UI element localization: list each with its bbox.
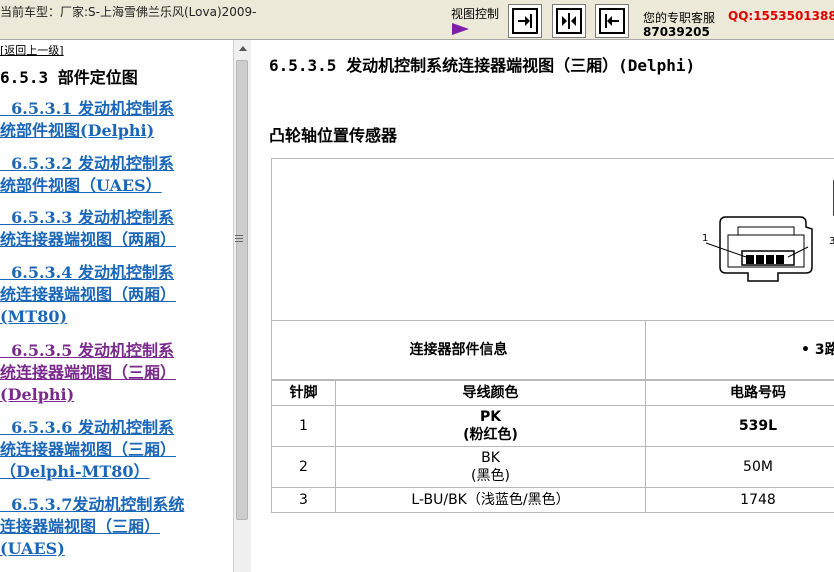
connector-end-view-icon <box>705 216 813 282</box>
sidebar-item-6-5-3-5[interactable]: 6.5.3.5 发动机控制系 统连接器端视图（三厢） (Delphi) <box>0 340 232 406</box>
panel-right-icon <box>512 8 538 34</box>
service-label: 您的专职客服 <box>643 11 716 25</box>
phone-number: 87039205 <box>643 25 710 39</box>
component-title: 凸轮轴位置传感器 <box>269 126 398 145</box>
connector-info-value: • 3路 <box>645 320 834 380</box>
pin-3-label: 3 <box>829 236 834 247</box>
top-bar: 当前车型：厂家:S-上海雪佛兰乐风(Lova)2009- 视图控制 您的专职客服… <box>0 0 834 40</box>
table-row-pin: 3 <box>271 487 336 513</box>
table-row-circuit: 50M <box>645 446 834 488</box>
view-control-label: 视图控制 <box>451 7 500 21</box>
sidebar-section-title: 6.5.3 部件定位图 <box>0 68 138 87</box>
circuit-header: 电路号码 <box>645 380 834 406</box>
sidebar: [返回上一级] 6.5.3 部件定位图 6.5.3.1 发动机控制系 统部件视图… <box>0 40 233 572</box>
sidebar-item-6-5-3-2[interactable]: 6.5.3.2 发动机控制系 统部件视图（UAES） <box>0 153 232 197</box>
table-row-pin: 1 <box>271 405 336 447</box>
page-title: 6.5.3.5 发动机控制系统连接器端视图（三厢）(Delphi) <box>269 56 696 75</box>
view-control-arrow-icon <box>452 23 469 35</box>
sidebar-item-6-5-3-1[interactable]: 6.5.3.1 发动机控制系 统部件视图(Delphi) <box>0 98 232 142</box>
table-row-wire-color: L-BU/BK（浅蓝色/黑色） <box>335 487 646 513</box>
table-row-pin: 2 <box>271 446 336 488</box>
table-row-wire-color: BK (黑色) <box>335 446 646 488</box>
split-view-icon <box>556 8 582 34</box>
sidebar-scrollbar[interactable] <box>233 40 251 572</box>
table-row-circuit: 1748 <box>645 487 834 513</box>
connector-diagram <box>705 180 834 282</box>
table-row-wire-color: PK (粉红色) <box>335 405 646 447</box>
connector-diagram-panel: 1 3 <box>271 158 834 321</box>
scroll-thumb[interactable] <box>236 60 248 520</box>
splitter-grip-icon[interactable] <box>235 235 243 244</box>
connector-info-label: 连接器部件信息 <box>271 320 646 380</box>
wire-color-header: 导线颜色 <box>335 380 646 406</box>
scroll-up-arrow-icon[interactable] <box>234 40 251 57</box>
pin-1-label: 1 <box>702 233 709 244</box>
sidebar-item-6-5-3-6[interactable]: 6.5.3.6 发动机控制系 统连接器端视图（三厢） （Delphi-MT80） <box>0 417 232 483</box>
sidebar-item-6-5-3-3[interactable]: 6.5.3.3 发动机控制系 统连接器端视图（两厢） <box>0 207 232 251</box>
panel-left-icon <box>599 8 625 34</box>
split-view-button[interactable] <box>552 4 586 38</box>
collapse-right-panel-button[interactable] <box>595 4 629 38</box>
table-row-circuit: 539L <box>645 405 834 447</box>
current-car-model: 当前车型：厂家:S-上海雪佛兰乐风(Lova)2009- <box>0 5 257 19</box>
qq-number: QQ:1553501388 <box>728 9 834 23</box>
sidebar-item-6-5-3-7[interactable]: 6.5.3.7发动机控制系统 连接器端视图（三厢） (UAES) <box>0 494 232 560</box>
back-link[interactable]: [返回上一级] <box>0 42 64 58</box>
pin-header: 针脚 <box>271 380 336 406</box>
collapse-left-panel-button[interactable] <box>508 4 542 38</box>
sidebar-item-6-5-3-4[interactable]: 6.5.3.4 发动机控制系 统连接器端视图（两厢） (MT80) <box>0 262 232 328</box>
